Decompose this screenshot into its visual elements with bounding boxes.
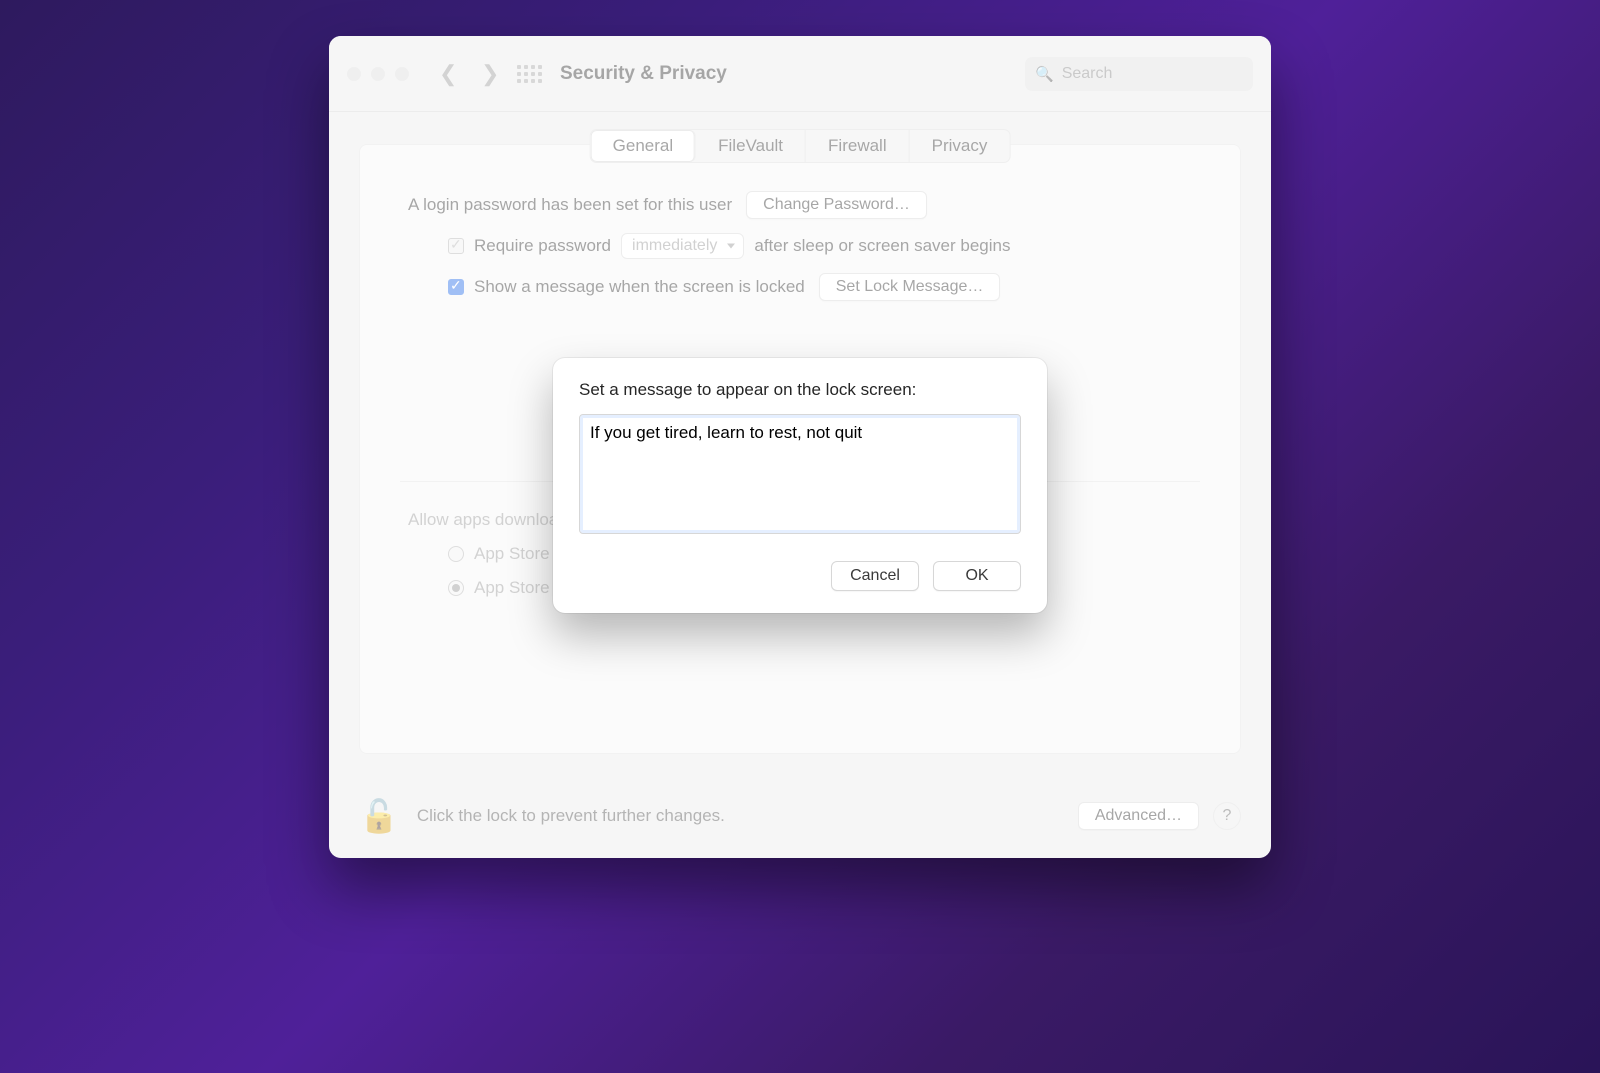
close-dot[interactable] <box>347 67 361 81</box>
search-placeholder: Search <box>1062 65 1113 83</box>
radio-appstore[interactable] <box>448 546 464 562</box>
tab-general[interactable]: General <box>591 130 696 162</box>
require-password-label: Require password <box>474 236 611 256</box>
radio-appstore-label: App Store <box>474 544 550 564</box>
ok-button[interactable]: OK <box>933 561 1021 591</box>
radio-identified[interactable] <box>448 580 464 596</box>
tab-privacy[interactable]: Privacy <box>910 130 1010 162</box>
require-password-checkbox[interactable] <box>448 238 464 254</box>
sheet-prompt: Set a message to appear on the lock scre… <box>579 380 1021 400</box>
lock-message-sheet: Set a message to appear on the lock scre… <box>553 358 1047 613</box>
titlebar: ❮ ❯ Security & Privacy 🔍 Search <box>329 36 1271 112</box>
lock-message-textarea[interactable] <box>579 414 1021 534</box>
set-lock-message-button[interactable]: Set Lock Message… <box>819 273 1001 301</box>
window-controls <box>347 67 409 81</box>
minimize-dot[interactable] <box>371 67 385 81</box>
sheet-buttons: Cancel OK <box>579 561 1021 591</box>
login-password-row: A login password has been set for this u… <box>408 191 1192 219</box>
cancel-button[interactable]: Cancel <box>831 561 919 591</box>
change-password-button[interactable]: Change Password… <box>746 191 927 219</box>
lock-icon[interactable]: 🔓 <box>359 797 399 835</box>
back-icon[interactable]: ❮ <box>439 61 457 87</box>
require-password-suffix: after sleep or screen saver begins <box>754 236 1010 256</box>
search-icon: 🔍 <box>1035 65 1054 83</box>
require-password-row: Require password immediately after sleep… <box>408 233 1192 259</box>
advanced-button[interactable]: Advanced… <box>1078 802 1199 830</box>
nav-arrows: ❮ ❯ <box>439 61 499 87</box>
preferences-window: ❮ ❯ Security & Privacy 🔍 Search General … <box>329 36 1271 858</box>
show-message-row: Show a message when the screen is locked… <box>408 273 1192 301</box>
show-message-label: Show a message when the screen is locked <box>474 277 805 297</box>
login-password-text: A login password has been set for this u… <box>408 195 732 215</box>
window-title: Security & Privacy <box>560 63 727 85</box>
tab-filevault[interactable]: FileVault <box>696 130 806 162</box>
footer: 🔓 Click the lock to prevent further chan… <box>329 774 1271 858</box>
show-message-checkbox[interactable] <box>448 279 464 295</box>
general-section: A login password has been set for this u… <box>360 191 1240 301</box>
tab-firewall[interactable]: Firewall <box>806 130 910 162</box>
require-password-select[interactable]: immediately <box>621 233 744 259</box>
zoom-dot[interactable] <box>395 67 409 81</box>
search-input[interactable]: 🔍 Search <box>1025 57 1253 91</box>
lock-hint-text: Click the lock to prevent further change… <box>417 806 725 826</box>
forward-icon[interactable]: ❯ <box>481 61 499 87</box>
tabs: General FileVault Firewall Privacy <box>590 129 1011 163</box>
show-all-icon[interactable] <box>517 65 542 83</box>
help-button[interactable]: ? <box>1213 802 1241 830</box>
